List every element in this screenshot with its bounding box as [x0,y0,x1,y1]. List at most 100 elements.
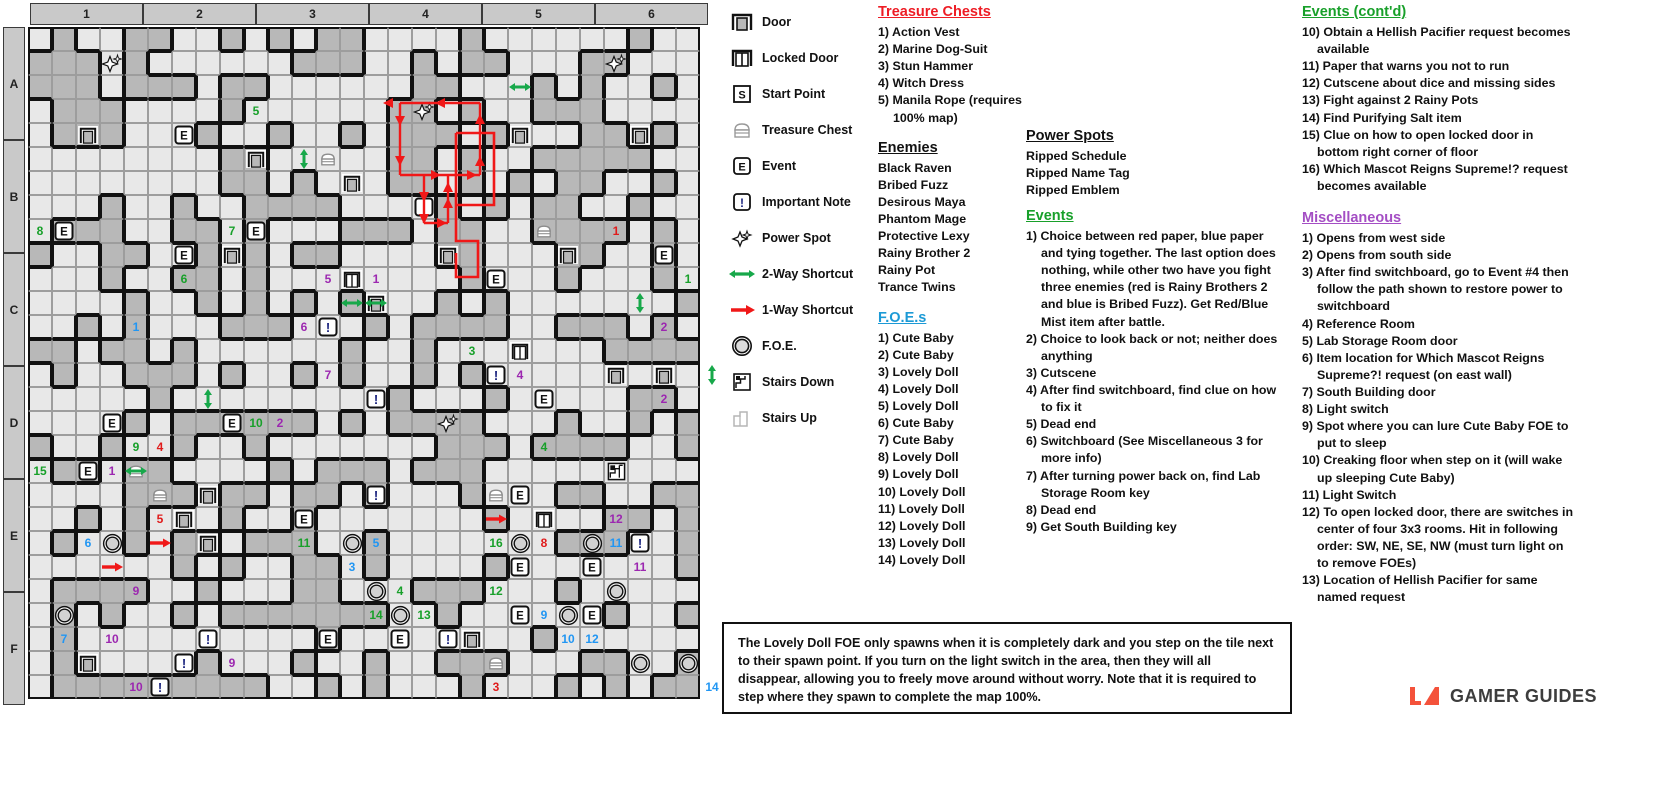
map-cell[interactable] [556,555,580,579]
map-cell[interactable] [124,171,148,195]
map-cell[interactable] [508,507,532,531]
map-cell[interactable] [676,339,700,363]
map-cell[interactable] [580,459,604,483]
door-icon[interactable] [654,366,674,389]
map-cell[interactable] [76,483,100,507]
map-cell[interactable] [628,171,652,195]
important-note-icon[interactable]: ! [150,677,170,702]
map-cell[interactable] [484,291,508,315]
map-cell[interactable] [580,291,604,315]
foe-icon[interactable] [54,605,75,631]
map-cell[interactable] [28,243,52,267]
map-cell[interactable] [124,531,148,555]
map-cell[interactable] [28,579,52,603]
foe-icon[interactable] [630,653,651,679]
map-cell[interactable] [220,315,244,339]
map-cell[interactable] [556,291,580,315]
map-cell[interactable] [652,555,676,579]
map-cell[interactable] [172,171,196,195]
map-cell[interactable] [388,483,412,507]
stairs-down-icon[interactable] [607,462,626,486]
map-cell[interactable] [532,483,556,507]
map-cell[interactable] [244,507,268,531]
map-cell[interactable] [484,51,508,75]
map-cell[interactable] [484,27,508,51]
map-cell[interactable] [316,99,340,123]
map-cell[interactable] [388,675,412,699]
map-cell[interactable] [508,411,532,435]
map-cell[interactable] [508,579,532,603]
map-cell[interactable] [676,147,700,171]
treasure-chest-icon[interactable] [319,152,337,172]
map-cell[interactable] [172,675,196,699]
map-cell[interactable] [220,675,244,699]
foe-icon[interactable] [678,653,699,679]
map-cell[interactable] [148,243,172,267]
map-cell[interactable] [532,579,556,603]
map-cell[interactable] [172,51,196,75]
map-cell[interactable] [580,387,604,411]
map-cell[interactable] [364,243,388,267]
map-cell[interactable] [268,387,292,411]
map-cell[interactable] [220,459,244,483]
map-cell[interactable] [220,627,244,651]
map-cell[interactable] [268,267,292,291]
map-cell[interactable] [604,75,628,99]
map-cell[interactable] [652,219,676,243]
map-cell[interactable] [148,603,172,627]
map-cell[interactable] [580,27,604,51]
map-cell[interactable] [100,75,124,99]
two-way-shortcut-icon[interactable] [124,459,148,483]
event-marker-icon[interactable]: E [582,605,602,630]
map-cell[interactable] [484,243,508,267]
map-cell[interactable] [76,171,100,195]
map-cell[interactable] [580,651,604,675]
map-cell[interactable] [484,387,508,411]
map-cell[interactable] [100,363,124,387]
treasure-chest-icon[interactable] [535,224,553,244]
map-cell[interactable] [124,243,148,267]
map-cell[interactable] [388,387,412,411]
map-cell[interactable] [580,267,604,291]
map-cell[interactable] [604,603,628,627]
map-cell[interactable] [196,51,220,75]
map-cell[interactable] [196,411,220,435]
map-cell[interactable] [316,339,340,363]
map-cell[interactable] [268,555,292,579]
map-cell[interactable] [556,651,580,675]
map-grid[interactable]: 5876134101511161413124921458316358117410… [28,27,719,711]
map-cell[interactable] [148,555,172,579]
one-way-shortcut-icon[interactable] [100,555,124,579]
map-cell[interactable] [412,147,436,171]
map-cell[interactable] [412,315,436,339]
map-cell[interactable] [508,171,532,195]
map-cell[interactable] [436,387,460,411]
map-cell[interactable] [460,483,484,507]
map-cell[interactable] [388,339,412,363]
map-cell[interactable] [556,99,580,123]
map-cell[interactable] [436,123,460,147]
map-cell[interactable] [676,27,700,51]
map-cell[interactable] [316,579,340,603]
map-cell[interactable] [604,675,628,699]
map-cell[interactable] [604,411,628,435]
map-cell[interactable] [676,99,700,123]
map-cell[interactable] [556,171,580,195]
map-cell[interactable] [28,387,52,411]
map-cell[interactable] [220,27,244,51]
map-cell[interactable] [100,171,124,195]
map-cell[interactable] [676,363,700,387]
map-cell[interactable] [364,555,388,579]
map-cell[interactable] [652,339,676,363]
map-cell[interactable] [580,339,604,363]
map-cell[interactable] [340,675,364,699]
event-marker-icon[interactable]: E [534,389,554,414]
map-cell[interactable] [652,531,676,555]
important-note-icon[interactable]: ! [414,197,434,222]
door-icon[interactable] [606,366,626,389]
map-cell[interactable] [100,291,124,315]
map-cell[interactable] [28,411,52,435]
map-cell[interactable] [604,123,628,147]
map-cell[interactable] [532,339,556,363]
map-cell[interactable] [340,603,364,627]
